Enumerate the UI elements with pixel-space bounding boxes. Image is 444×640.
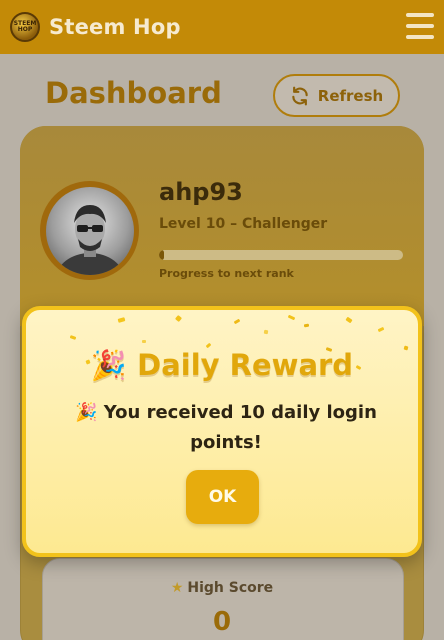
star-icon: ★ [170,580,184,596]
confetti-piece [233,318,241,325]
modal-title-text: Daily Reward [137,348,354,382]
refresh-button[interactable]: Refresh [273,74,400,117]
confetti-piece [345,316,353,324]
username: ahp93 [159,178,243,206]
app-title[interactable]: Steem Hop [49,15,181,39]
confetti-piece [142,340,146,343]
party-popper-icon: 🎉 [75,402,98,423]
rank-progress-bar [159,250,403,260]
daily-reward-modal: 🎉 Daily Reward 🎉 You received 10 daily l… [22,306,422,557]
app-header: STEEM HOP Steem Hop [0,0,444,54]
steem-hop-logo[interactable]: STEEM HOP [10,12,40,42]
progress-label: Progress to next rank [159,267,294,280]
page-title: Dashboard [45,76,222,110]
confetti-piece [263,329,269,335]
confetti-piece [117,317,126,323]
confetti-piece [287,314,296,321]
high-score-value: 0 [212,607,232,637]
modal-message-text: You received 10 daily login points! [103,402,377,453]
party-popper-icon: 🎉 [90,348,128,382]
refresh-icon [292,86,308,105]
confetti-piece [69,335,77,340]
logo-text: STEEM HOP [13,20,37,33]
high-score-label: High Score [187,580,274,596]
modal-title: 🎉 Daily Reward [26,348,418,383]
avatar-photo [45,186,134,275]
confetti-piece [377,326,385,333]
rank-label: Level 10 – Challenger [159,216,328,232]
avatar[interactable] [40,181,139,280]
refresh-label: Refresh [317,86,384,105]
high-score-title: ★ High Score [0,580,444,596]
confetti-piece [303,323,310,328]
menu-icon[interactable] [406,13,434,39]
confetti-piece [174,314,183,323]
ok-button[interactable]: OK [186,470,259,524]
modal-message: 🎉 You received 10 daily login points! [66,398,386,458]
rank-progress-fill [159,250,164,260]
